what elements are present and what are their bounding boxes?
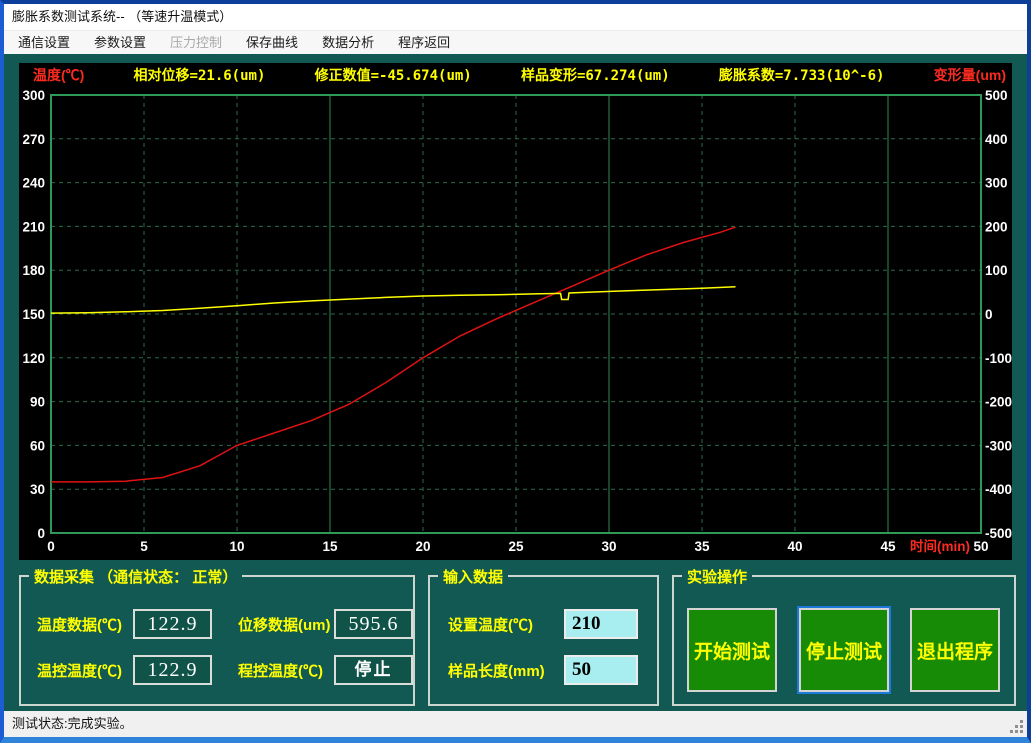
status-bar: 测试状态:完成实验。: [4, 711, 1027, 737]
chart-header: 温度(℃) 相对位移=21.6(um) 修正数值=-45.674(um) 样品变…: [33, 67, 1006, 83]
displacement-data-value: 595.6: [334, 609, 413, 639]
program-temp-label: 程控温度(℃): [238, 660, 334, 681]
app-window: 膨胀系数测试系统-- （等速升温模式） 通信设置 参数设置 压力控制 保存曲线 …: [0, 0, 1031, 743]
temp-control-label: 温控温度(℃): [37, 660, 133, 681]
readout-expansion-coefficient: 膨胀系数=7.733(10^-6): [719, 65, 885, 85]
svg-text:210: 210: [22, 219, 45, 234]
exit-program-button[interactable]: 退出程序: [910, 608, 1000, 692]
svg-text:35: 35: [694, 539, 710, 554]
svg-text:45: 45: [880, 539, 896, 554]
start-test-button[interactable]: 开始测试: [687, 608, 777, 692]
set-temperature-label: 设置温度(℃): [448, 614, 560, 635]
svg-text:50: 50: [973, 539, 988, 554]
displacement-data-label: 位移数据(um): [238, 614, 334, 635]
svg-text:240: 240: [22, 176, 45, 191]
chart-panel: 0306090120150180210240270300-500-400-300…: [19, 63, 1012, 560]
experiment-operations-panel: 实验操作 开始测试 停止测试 退出程序: [672, 575, 1016, 706]
menu-item-communication-settings[interactable]: 通信设置: [8, 31, 80, 54]
resize-grip-icon[interactable]: [1010, 718, 1024, 732]
menu-item-data-analysis[interactable]: 数据分析: [312, 31, 384, 54]
data-acquisition-panel: 数据采集 （通信状态： 正常） 温度数据(℃) 122.9 位移数据(um) 5…: [19, 575, 415, 706]
svg-text:-500: -500: [985, 526, 1012, 541]
readout-relative-displacement: 相对位移=21.6(um): [134, 65, 266, 85]
window-title: 膨胀系数测试系统-- （等速升温模式）: [12, 9, 232, 24]
sample-length-label: 样品长度(mm): [448, 660, 560, 681]
input-row-1: 设置温度(℃): [430, 608, 657, 640]
acquisition-row-1: 温度数据(℃) 122.9 位移数据(um) 595.6: [21, 608, 413, 640]
svg-text:5: 5: [140, 539, 148, 554]
svg-text:-400: -400: [985, 482, 1012, 497]
svg-text:400: 400: [985, 132, 1008, 147]
experiment-operations-title: 实验操作: [682, 566, 752, 587]
svg-text:40: 40: [787, 539, 802, 554]
temperature-data-value: 122.9: [133, 609, 212, 639]
readout-sample-deformation: 样品变形=67.274(um): [521, 65, 670, 85]
svg-text:20: 20: [415, 539, 430, 554]
svg-text:90: 90: [30, 395, 45, 410]
svg-text:15: 15: [322, 539, 338, 554]
svg-text:30: 30: [30, 482, 45, 497]
svg-text:500: 500: [985, 88, 1008, 103]
menu-item-program-return[interactable]: 程序返回: [388, 31, 460, 54]
right-axis-title: 变形量(um): [934, 65, 1006, 85]
svg-text:时间(min): 时间(min): [910, 538, 970, 554]
svg-text:300: 300: [22, 88, 45, 103]
svg-text:200: 200: [985, 219, 1008, 234]
left-axis-title: 温度(℃): [33, 65, 84, 85]
acquisition-row-2: 温控温度(℃) 122.9 程控温度(℃) 停止: [21, 654, 413, 686]
svg-text:25: 25: [508, 539, 524, 554]
input-row-2: 样品长度(mm): [430, 654, 657, 686]
svg-text:10: 10: [229, 539, 244, 554]
svg-text:30: 30: [601, 539, 616, 554]
svg-text:0: 0: [47, 539, 55, 554]
svg-text:0: 0: [37, 526, 45, 541]
svg-text:300: 300: [985, 176, 1008, 191]
readout-correction-value: 修正数值=-45.674(um): [315, 65, 472, 85]
svg-text:-100: -100: [985, 351, 1012, 366]
title-bar: 膨胀系数测试系统-- （等速升温模式）: [4, 4, 1027, 30]
menu-item-parameter-settings[interactable]: 参数设置: [84, 31, 156, 54]
chart-plot: 0306090120150180210240270300-500-400-300…: [19, 63, 1012, 560]
svg-text:270: 270: [22, 132, 45, 147]
svg-text:-200: -200: [985, 395, 1012, 410]
input-data-title: 输入数据: [438, 566, 508, 587]
program-temp-value: 停止: [334, 655, 413, 685]
temp-control-value: 122.9: [133, 655, 212, 685]
input-data-panel: 输入数据 设置温度(℃) 样品长度(mm): [428, 575, 659, 706]
menu-item-save-curve[interactable]: 保存曲线: [236, 31, 308, 54]
sample-length-input[interactable]: [564, 655, 638, 685]
svg-text:150: 150: [22, 307, 45, 322]
svg-text:100: 100: [985, 263, 1008, 278]
stop-test-button[interactable]: 停止测试: [799, 608, 889, 692]
set-temperature-input[interactable]: [564, 609, 638, 639]
status-text: 测试状态:完成实验。: [12, 716, 133, 731]
svg-text:60: 60: [30, 438, 45, 453]
svg-text:180: 180: [22, 263, 45, 278]
svg-text:120: 120: [22, 351, 45, 366]
temperature-data-label: 温度数据(℃): [37, 614, 133, 635]
menu-bar: 通信设置 参数设置 压力控制 保存曲线 数据分析 程序返回: [4, 30, 1027, 54]
svg-text:0: 0: [985, 307, 993, 322]
menu-item-pressure-control: 压力控制: [160, 31, 232, 54]
data-acquisition-title: 数据采集 （通信状态： 正常）: [29, 566, 242, 587]
svg-text:-300: -300: [985, 438, 1012, 453]
